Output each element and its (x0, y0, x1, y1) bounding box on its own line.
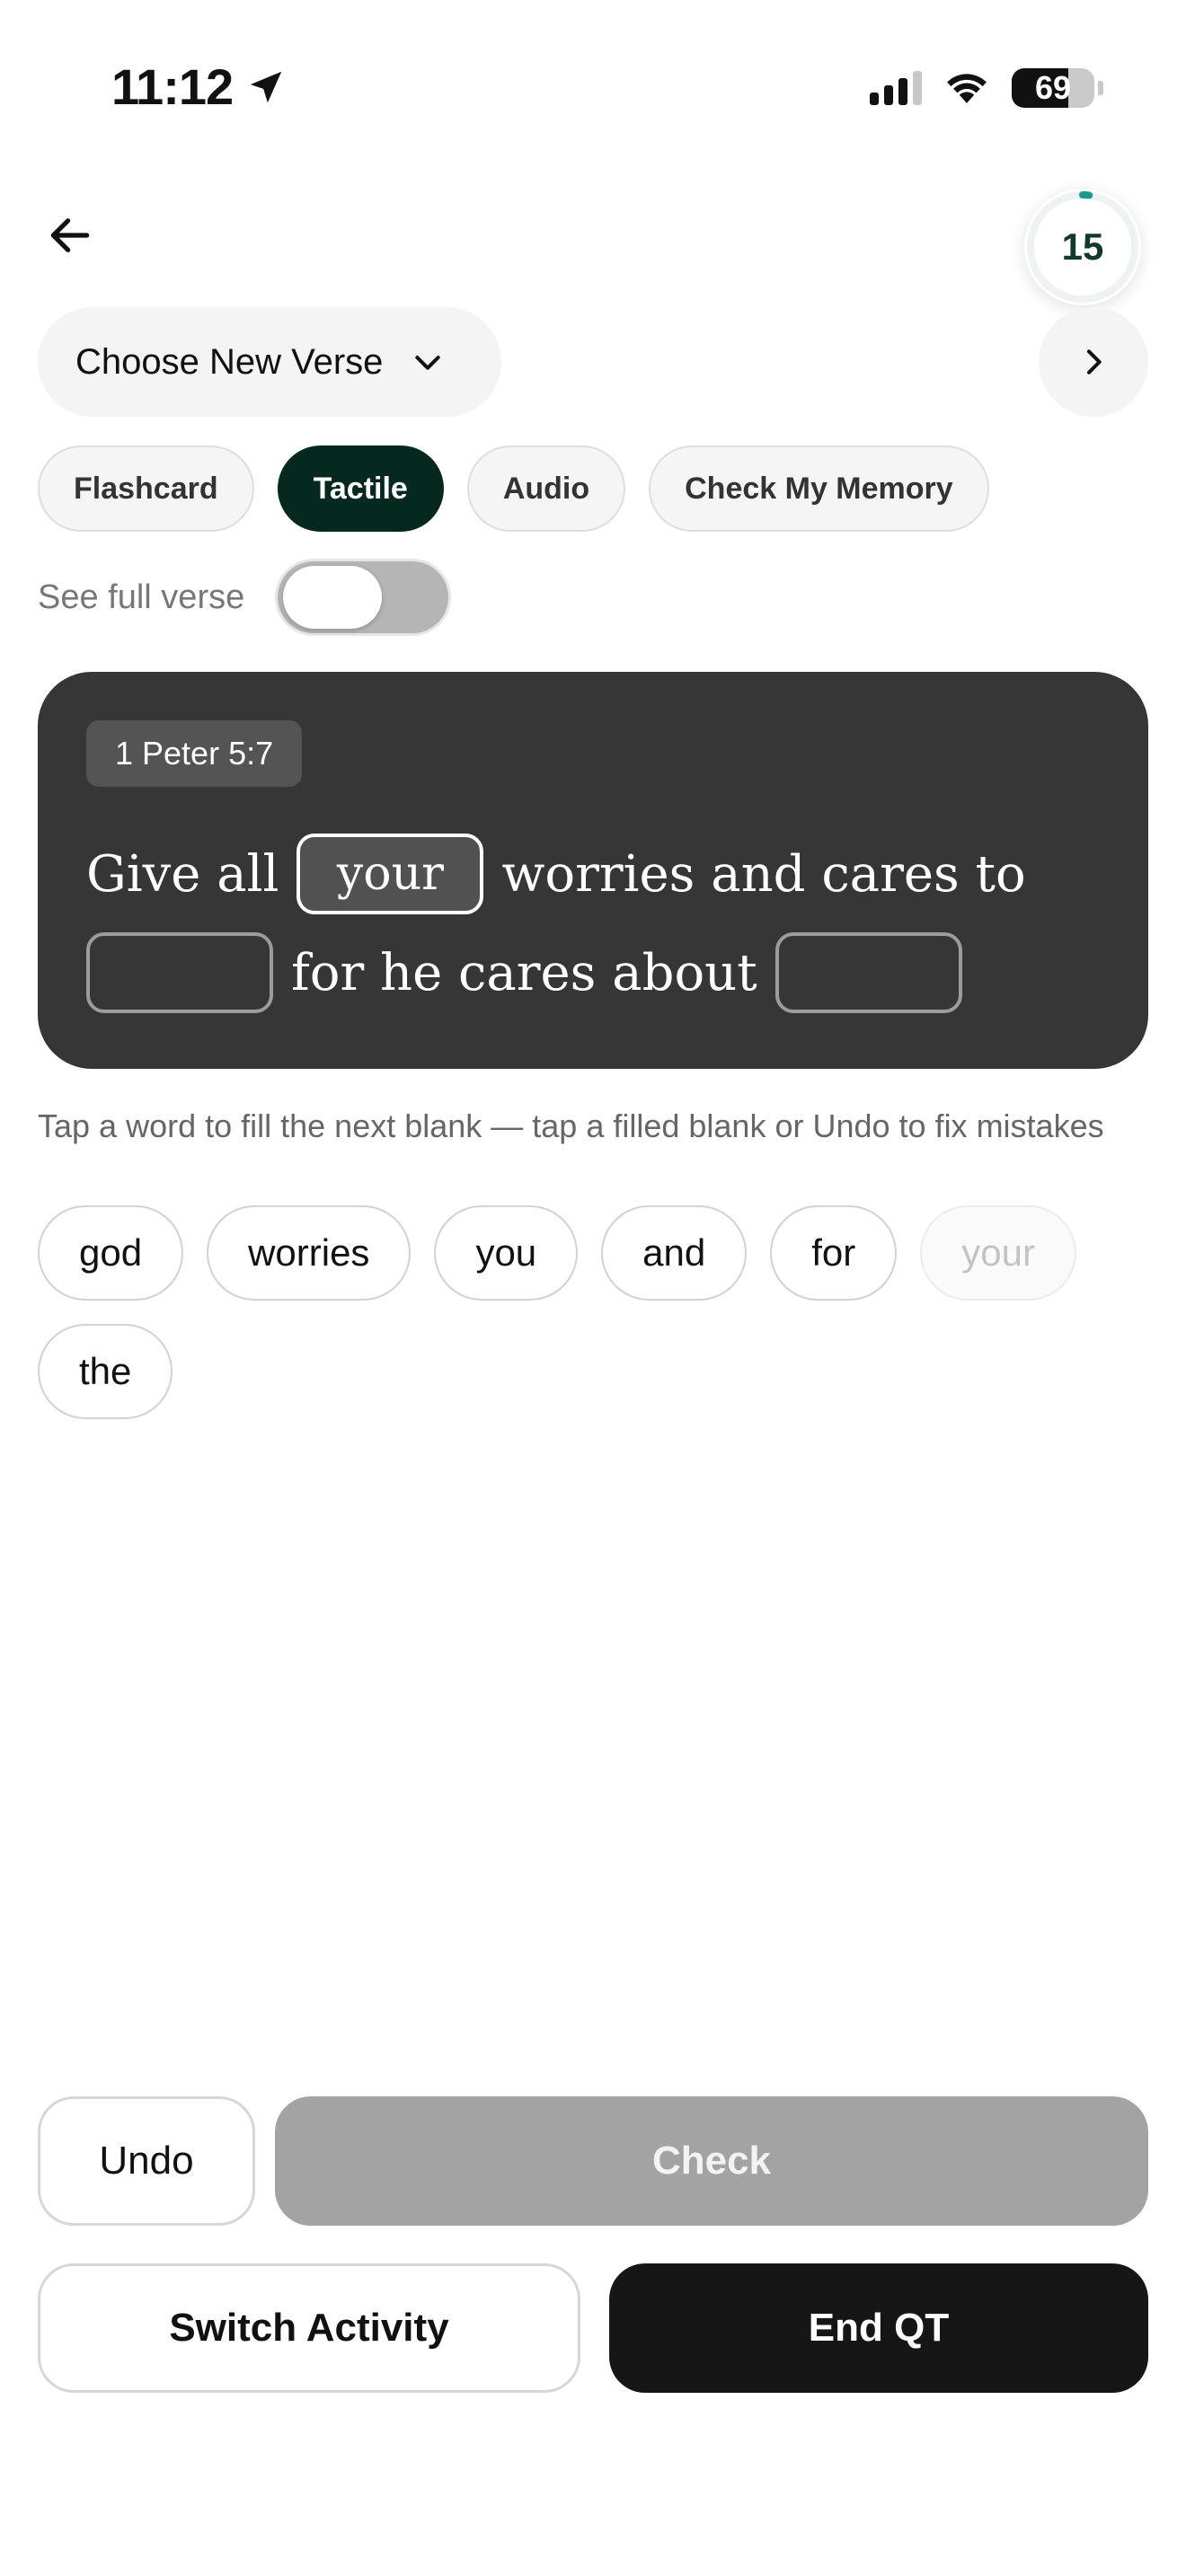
verse-blank-empty[interactable] (774, 932, 962, 1013)
verse-line-2: for he cares about (86, 932, 962, 1013)
verse-line-1: Give all your worries and cares to (86, 834, 1026, 914)
back-button[interactable] (41, 207, 99, 264)
battery-percent: 69 (1034, 68, 1072, 106)
tab-audio[interactable]: Audio (466, 446, 626, 532)
see-full-verse-row: See full verse (38, 559, 452, 636)
word-chip-the[interactable]: the (38, 1324, 173, 1419)
verse-text: for he cares about (291, 943, 757, 1002)
verse-text: worries and cares to (501, 844, 1026, 904)
tab-flashcard[interactable]: Flashcard (38, 446, 254, 532)
word-bank: god worries you and for your the (38, 1205, 1152, 1419)
status-time-text: 11:12 (111, 58, 234, 115)
location-arrow-icon (250, 71, 282, 102)
choose-verse-label: Choose New Verse (75, 341, 384, 382)
verse-reference: 1 Peter 5:7 (86, 720, 303, 787)
tab-check-my-memory[interactable]: Check My Memory (649, 446, 989, 532)
word-chip-god[interactable]: god (38, 1205, 184, 1301)
blank-word: your (336, 847, 444, 901)
switch-activity-button[interactable]: Switch Activity (38, 2263, 580, 2393)
word-chip-and[interactable]: and (601, 1205, 748, 1301)
choose-verse-dropdown[interactable]: Choose New Verse (38, 307, 501, 417)
word-chip-worries[interactable]: worries (207, 1205, 412, 1301)
activity-tabs: Flashcard Tactile Audio Check My Memory (38, 446, 989, 532)
instruction-hint: Tap a word to fill the next blank — tap … (38, 1107, 1104, 1144)
verse-text: Give all (86, 844, 279, 904)
word-chip-for[interactable]: for (770, 1205, 898, 1301)
word-chip-you[interactable]: you (434, 1205, 579, 1301)
end-qt-button[interactable]: End QT (609, 2263, 1148, 2393)
verse-card: 1 Peter 5:7 Give all your worries and ca… (38, 672, 1148, 1069)
timer-badge[interactable]: 15 (1024, 189, 1141, 305)
timer-value: 15 (1061, 225, 1104, 268)
wifi-icon (942, 66, 992, 109)
toggle-knob (283, 566, 383, 629)
undo-button[interactable]: Undo (38, 2096, 255, 2226)
verse-blank-filled[interactable]: your (296, 834, 484, 914)
see-full-verse-toggle[interactable] (275, 559, 452, 636)
battery-cap (1098, 80, 1103, 95)
status-time: 11:12 (111, 57, 287, 116)
status-icons: 69 (870, 66, 1103, 109)
see-full-verse-label: See full verse (38, 578, 245, 616)
chevron-down-icon (415, 356, 441, 370)
next-verse-button[interactable] (1039, 307, 1148, 417)
battery-icon: 69 (1012, 67, 1094, 108)
cellular-signal-icon (870, 70, 922, 105)
check-button[interactable]: Check (275, 2096, 1148, 2226)
status-bar: 11:12 69 (0, 0, 1186, 171)
chevron-right-icon (1087, 349, 1102, 375)
arrow-left-icon (50, 218, 90, 252)
verse-blank-empty[interactable] (86, 932, 273, 1013)
tab-tactile[interactable]: Tactile (277, 446, 444, 532)
word-chip-your-used: your (920, 1205, 1076, 1301)
